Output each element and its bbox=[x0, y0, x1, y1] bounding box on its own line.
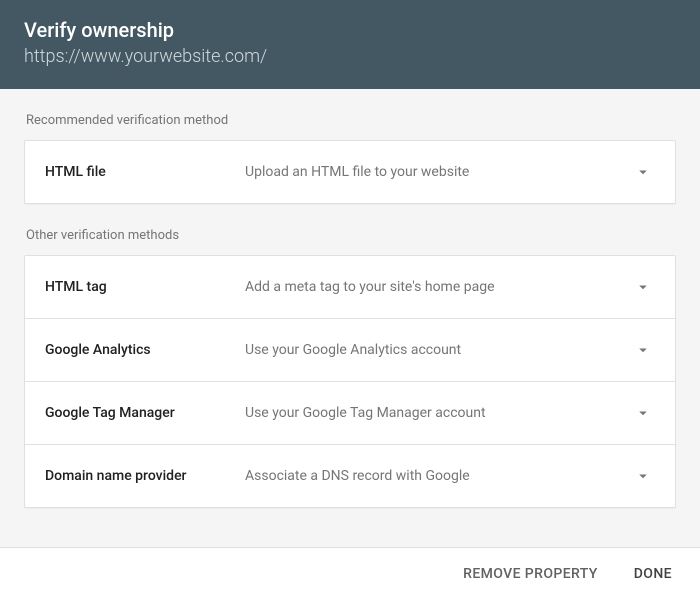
method-description: Add a meta tag to your site's home page bbox=[245, 279, 631, 295]
method-description: Upload an HTML file to your website bbox=[245, 164, 631, 180]
chevron-down-icon bbox=[631, 404, 655, 422]
method-description: Use your Google Analytics account bbox=[245, 342, 631, 358]
method-title: Domain name provider bbox=[45, 468, 245, 484]
method-html-file[interactable]: HTML file Upload an HTML file to your we… bbox=[25, 141, 675, 203]
method-html-tag[interactable]: HTML tag Add a meta tag to your site's h… bbox=[25, 256, 675, 319]
dialog-header: Verify ownership https://www.yourwebsite… bbox=[0, 0, 700, 89]
method-title: Google Analytics bbox=[45, 342, 245, 358]
chevron-down-icon bbox=[631, 163, 655, 181]
chevron-down-icon bbox=[631, 341, 655, 359]
method-title: Google Tag Manager bbox=[45, 405, 245, 421]
done-button[interactable]: DONE bbox=[630, 560, 676, 588]
method-google-tag-manager[interactable]: Google Tag Manager Use your Google Tag M… bbox=[25, 382, 675, 445]
dialog-title: Verify ownership bbox=[24, 18, 676, 42]
recommended-method-card: HTML file Upload an HTML file to your we… bbox=[24, 140, 676, 204]
chevron-down-icon bbox=[631, 467, 655, 485]
other-section-label: Other verification methods bbox=[26, 228, 676, 243]
method-domain-name-provider[interactable]: Domain name provider Associate a DNS rec… bbox=[25, 445, 675, 507]
chevron-down-icon bbox=[631, 278, 655, 296]
recommended-section-label: Recommended verification method bbox=[26, 113, 676, 128]
remove-property-button[interactable]: REMOVE PROPERTY bbox=[459, 560, 602, 588]
method-description: Use your Google Tag Manager account bbox=[245, 405, 631, 421]
dialog-content: Recommended verification method HTML fil… bbox=[0, 89, 700, 547]
property-url: https://www.yourwebsite.com/ bbox=[24, 46, 676, 67]
method-title: HTML tag bbox=[45, 279, 245, 295]
method-title: HTML file bbox=[45, 164, 245, 180]
other-methods-card: HTML tag Add a meta tag to your site's h… bbox=[24, 255, 676, 508]
method-description: Associate a DNS record with Google bbox=[245, 468, 631, 484]
method-google-analytics[interactable]: Google Analytics Use your Google Analyti… bbox=[25, 319, 675, 382]
dialog-footer: REMOVE PROPERTY DONE bbox=[0, 547, 700, 600]
